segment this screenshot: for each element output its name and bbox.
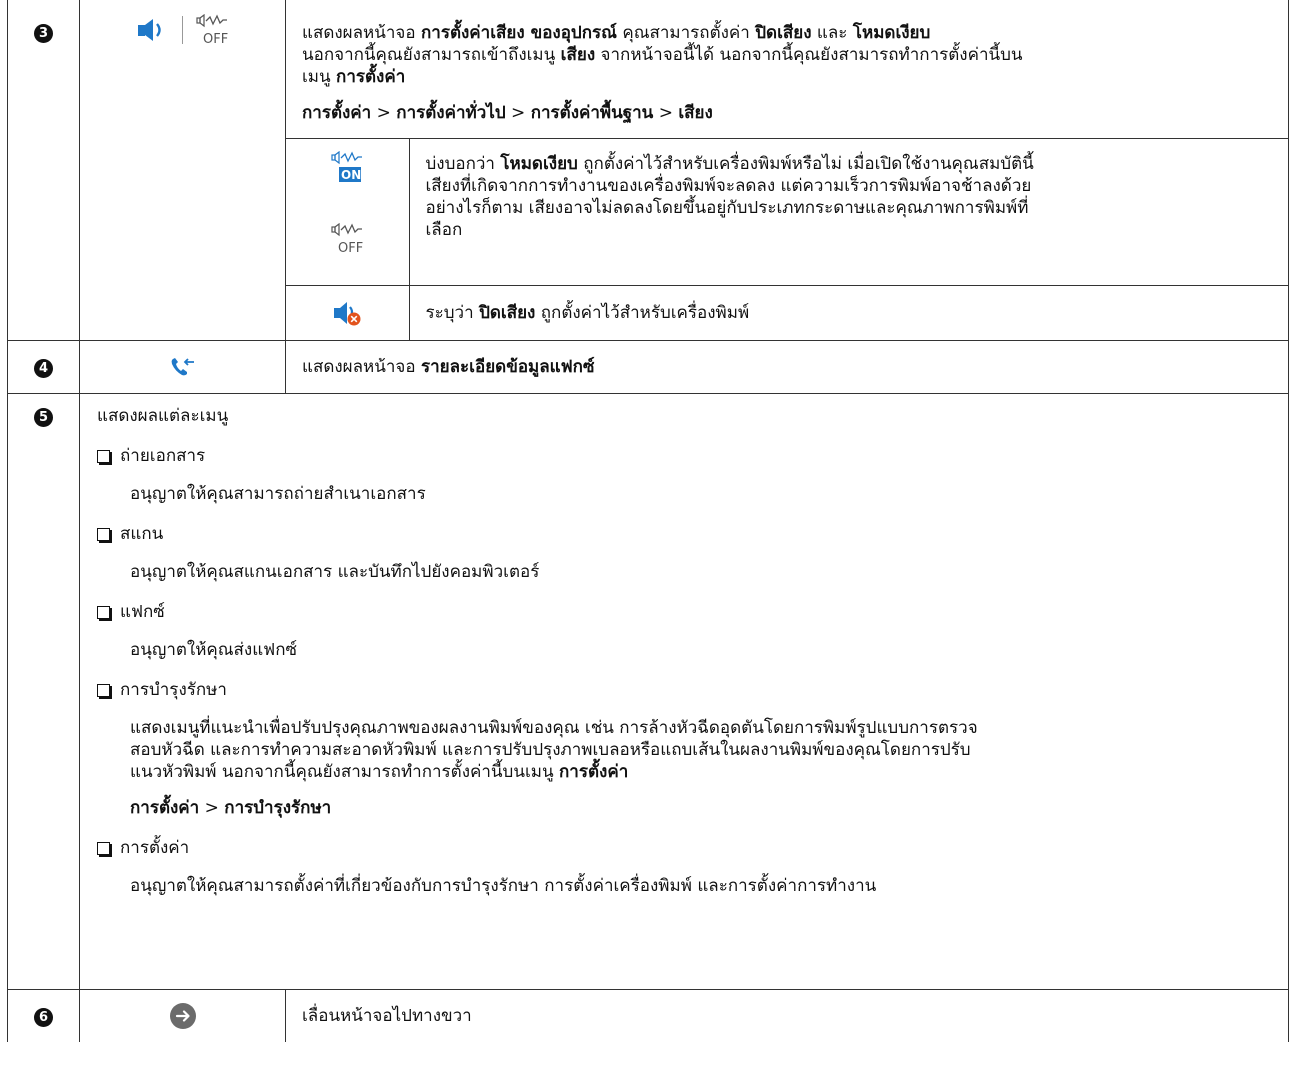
sound-desc-line2: นอกจากนี้คุณยังสามารถเข้าถึงเมนู เสียง จ…: [302, 45, 1023, 65]
quiet-mode-off-icon: OFF: [330, 223, 364, 255]
checkbox-bullet-icon: [97, 841, 110, 855]
quiet-desc-line2: เสียงที่เกิดจากการทำงานของเครื่องพิมพ์จะ…: [425, 176, 1032, 196]
info-table: 3 OFF แสดงผลหน้าจอ การตั้งค่าเสียง ของอุ…: [7, 0, 1289, 1042]
checkbox-bullet-icon: [97, 683, 110, 697]
quiet-desc-line3: อย่างไรก็ตาม เสียงอาจไม่ลดลงโดยขึ้นอยู่ก…: [425, 198, 1029, 218]
subtable-row-mute: ระบุว่า ปิดเสียง ถูกตั้งค่าไว้สำหรับเครื…: [286, 285, 1288, 340]
quiet-icons-cell: ON OFF: [286, 138, 410, 286]
menu-item-settings: การตั้งค่า: [97, 834, 1276, 861]
mute-icon: [332, 299, 362, 327]
icon-cell: [79, 989, 286, 1042]
icon-cell: OFF: [79, 0, 286, 341]
icon-cell: [79, 340, 286, 394]
row-number-cell: 6: [7, 989, 80, 1042]
row-number-badge: 6: [34, 1007, 53, 1027]
description-cell: เลื่อนหน้าจอไปทางขวา: [285, 989, 1289, 1042]
table-row-3: 3 OFF แสดงผลหน้าจอ การตั้งค่าเสียง ของอุ…: [7, 0, 1289, 341]
fax-desc: แสดงผลหน้าจอ รายละเอียดข้อมูลแฟกซ์: [302, 357, 595, 377]
menu-intro: แสดงผลแต่ละเมนู: [97, 406, 229, 426]
mute-icon-cell: [286, 285, 410, 340]
arrow-right-icon: [169, 1002, 197, 1030]
mute-desc: ระบุว่า ปิดเสียง ถูกตั้งค่าไว้สำหรับเครื…: [425, 303, 750, 323]
menu-item-settings-desc: อนุญาตให้คุณสามารถตั้งค่าที่เกี่ยวข้องกั…: [130, 876, 877, 896]
table-row-4: 4 แสดงผลหน้าจอ รายละเอียดข้อมูลแฟกซ์: [7, 340, 1289, 394]
fax-data-icon: [170, 356, 196, 378]
quiet-mode-off-icon: OFF: [195, 14, 229, 46]
quiet-desc-line4: เลือก: [425, 220, 463, 240]
menu-item-maintenance: การบำรุงรักษา: [97, 676, 1276, 703]
checkbox-bullet-icon: [97, 605, 110, 619]
table-row-6: 6 เลื่อนหน้าจอไปทางขวา: [7, 989, 1289, 1042]
quiet-desc-cell: บ่งบอกว่า โหมดเงียบ ถูกตั้งค่าไว้สำหรับเ…: [408, 138, 1288, 286]
row-number-badge: 4: [34, 358, 53, 378]
svg-text:OFF: OFF: [203, 32, 228, 46]
maintenance-settings-path: การตั้งค่า > การบำรุงรักษา: [130, 798, 332, 818]
menu-item-fax-desc: อนุญาตให้คุณส่งแฟกซ์: [130, 640, 298, 660]
description-cell: แสดงผลหน้าจอ การตั้งค่าเสียง ของอุปกรณ์ …: [285, 0, 1289, 341]
menu-item-fax: แฟกซ์: [97, 598, 1276, 625]
row-number-cell: 5: [7, 393, 80, 990]
row-number-badge: 5: [34, 408, 53, 427]
menu-item-maintenance-desc: แสดงเมนูที่แนะนำเพื่อปรับปรุงคุณภาพของผล…: [130, 717, 1276, 819]
svg-text:ON: ON: [341, 168, 361, 182]
menu-item-scan: สแกน: [97, 520, 1276, 547]
speaker-volume-icon: [136, 16, 170, 44]
menu-item-copy: ถ่ายเอกสาร: [97, 442, 1276, 469]
menu-item-copy-desc: อนุญาตให้คุณสามารถถ่ายสำเนาเอกสาร: [130, 484, 426, 504]
svg-text:OFF: OFF: [338, 241, 363, 255]
row-number-badge: 3: [34, 24, 53, 43]
icon-subtable: ON OFF บ่งบอกว่า โหมดเงียบ ถูกตั้งค่าไว้…: [286, 138, 1288, 340]
sound-settings-path: การตั้งค่า > การตั้งค่าทั่วไป > การตั้งค…: [302, 103, 713, 123]
subtable-row-quiet: ON OFF บ่งบอกว่า โหมดเงียบ ถูกตั้งค่าไว้…: [286, 138, 1288, 286]
checkbox-bullet-icon: [97, 527, 110, 541]
menu-description-cell: แสดงผลแต่ละเมนู ถ่ายเอกสาร อนุญาตให้คุณส…: [79, 393, 1289, 990]
icon-divider: [182, 16, 183, 44]
sound-desc-line1: แสดงผลหน้าจอ การตั้งค่าเสียง ของอุปกรณ์ …: [302, 23, 931, 43]
table-row-5: 5 แสดงผลแต่ละเมนู ถ่ายเอกสาร อนุญาตให้คุ…: [7, 393, 1289, 990]
sound-desc-line3: เมนู การตั้งค่า: [302, 67, 406, 87]
quiet-mode-on-icon: ON: [330, 151, 364, 183]
description-cell: แสดงผลหน้าจอ รายละเอียดข้อมูลแฟกซ์: [285, 340, 1289, 394]
quiet-desc-line1: บ่งบอกว่า โหมดเงียบ ถูกตั้งค่าไว้สำหรับเ…: [425, 154, 1034, 174]
row-number-cell: 4: [7, 340, 80, 394]
menu-item-scan-desc: อนุญาตให้คุณสแกนเอกสาร และบันทึกไปยังคอม…: [130, 562, 540, 582]
scroll-right-desc: เลื่อนหน้าจอไปทางขวา: [302, 1006, 472, 1026]
checkbox-bullet-icon: [97, 449, 110, 463]
mute-desc-cell: ระบุว่า ปิดเสียง ถูกตั้งค่าไว้สำหรับเครื…: [408, 285, 1288, 340]
row-number-cell: 3: [7, 0, 80, 341]
